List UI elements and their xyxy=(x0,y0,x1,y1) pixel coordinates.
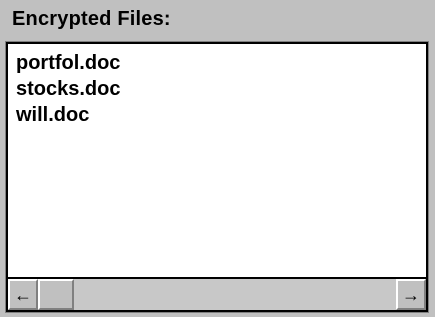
scroll-right-button[interactable]: → xyxy=(396,279,426,310)
encrypted-files-listbox[interactable]: portfol.doc stocks.doc will.doc ← → xyxy=(5,41,429,313)
list-item[interactable]: stocks.doc xyxy=(8,76,426,102)
left-arrow-icon: ← xyxy=(14,284,32,305)
horizontal-scrollbar[interactable]: ← → xyxy=(8,277,426,310)
scrollbar-track[interactable] xyxy=(38,279,396,310)
encrypted-files-label: Encrypted Files: xyxy=(12,8,171,30)
scrollbar-thumb[interactable] xyxy=(38,279,74,310)
list-item[interactable]: portfol.doc xyxy=(8,50,426,76)
list-item[interactable]: will.doc xyxy=(8,102,426,128)
scroll-left-button[interactable]: ← xyxy=(8,279,38,310)
file-list[interactable]: portfol.doc stocks.doc will.doc xyxy=(8,50,426,274)
right-arrow-icon: → xyxy=(402,284,420,305)
